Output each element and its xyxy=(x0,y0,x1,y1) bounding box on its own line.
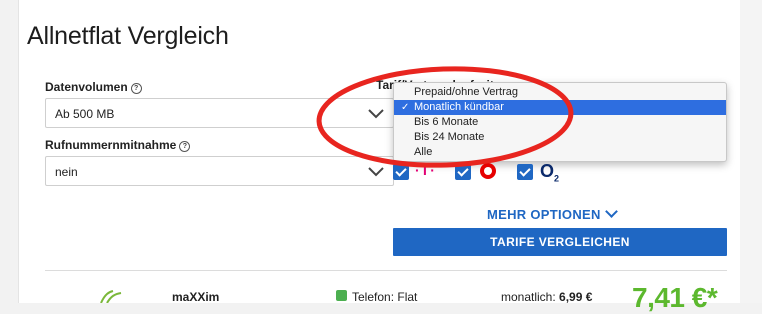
monthly-value: 6,99 € xyxy=(559,290,593,304)
o2-logo-letter: O xyxy=(540,161,555,181)
option-label: Prepaid/ohne Vertrag xyxy=(414,86,518,98)
chevron-down-icon xyxy=(368,109,384,119)
chevron-down-icon xyxy=(368,167,384,177)
checkmark-icon: ✓ xyxy=(401,102,410,113)
data-volume-label: Datenvolumen? xyxy=(45,80,142,94)
telekom-logo: ·T· xyxy=(415,162,436,178)
o2-logo-sub: 2 xyxy=(554,173,560,184)
data-volume-value: Ab 500 MB xyxy=(55,107,115,121)
monthly-label: monatlich: xyxy=(501,290,556,304)
help-icon[interactable]: ? xyxy=(130,83,142,94)
data-volume-label-text: Datenvolumen xyxy=(45,80,128,94)
o2-logo: O2 xyxy=(540,161,559,184)
divider xyxy=(45,270,727,271)
phone-icon xyxy=(336,290,347,301)
vodafone-logo xyxy=(480,163,496,179)
provider-name[interactable]: maXXim xyxy=(172,290,219,304)
option-label: Bis 24 Monate xyxy=(414,131,485,143)
number-porting-select[interactable]: nein xyxy=(45,156,394,186)
dropdown-option[interactable]: Prepaid/ohne Vertrag xyxy=(394,85,726,100)
page-margin xyxy=(740,0,762,303)
dropdown-option[interactable]: Bis 24 Monate xyxy=(394,130,726,145)
effective-price: 7,41 €* xyxy=(632,282,718,313)
dropdown-option-selected[interactable]: ✓ Monatlich kündbar xyxy=(394,100,726,115)
maxxim-logo xyxy=(100,290,122,303)
option-label: Alle xyxy=(414,146,433,158)
contract-dropdown-menu[interactable]: Prepaid/ohne Vertrag ✓ Monatlich kündbar … xyxy=(393,82,727,162)
telekom-checkbox[interactable] xyxy=(393,164,409,180)
tariff-feature: Telefon: Flat xyxy=(352,290,418,304)
dropdown-option[interactable]: Alle xyxy=(394,145,726,160)
number-porting-value: nein xyxy=(55,165,78,179)
more-options-label: MEHR OPTIONEN xyxy=(487,207,601,222)
page-title: Allnetflat Vergleich xyxy=(27,22,229,50)
vodafone-checkbox[interactable] xyxy=(455,164,471,180)
help-icon[interactable]: ? xyxy=(179,141,191,152)
dropdown-option[interactable]: Bis 6 Monate xyxy=(394,115,726,130)
option-label: Monatlich kündbar xyxy=(414,101,504,113)
more-options-link[interactable]: MEHR OPTIONEN xyxy=(487,205,618,222)
o2-checkbox[interactable] xyxy=(517,164,533,180)
option-label: Bis 6 Monate xyxy=(414,116,479,128)
chevron-down-icon xyxy=(604,205,618,218)
number-porting-label-text: Rufnummernmitnahme xyxy=(45,138,177,152)
data-volume-select[interactable]: Ab 500 MB xyxy=(45,98,394,128)
number-porting-label: Rufnummernmitnahme? xyxy=(45,138,191,152)
monthly-price: monatlich: 6,99 € xyxy=(501,290,592,304)
compare-tariffs-button[interactable]: TARIFE VERGLEICHEN xyxy=(393,228,727,256)
